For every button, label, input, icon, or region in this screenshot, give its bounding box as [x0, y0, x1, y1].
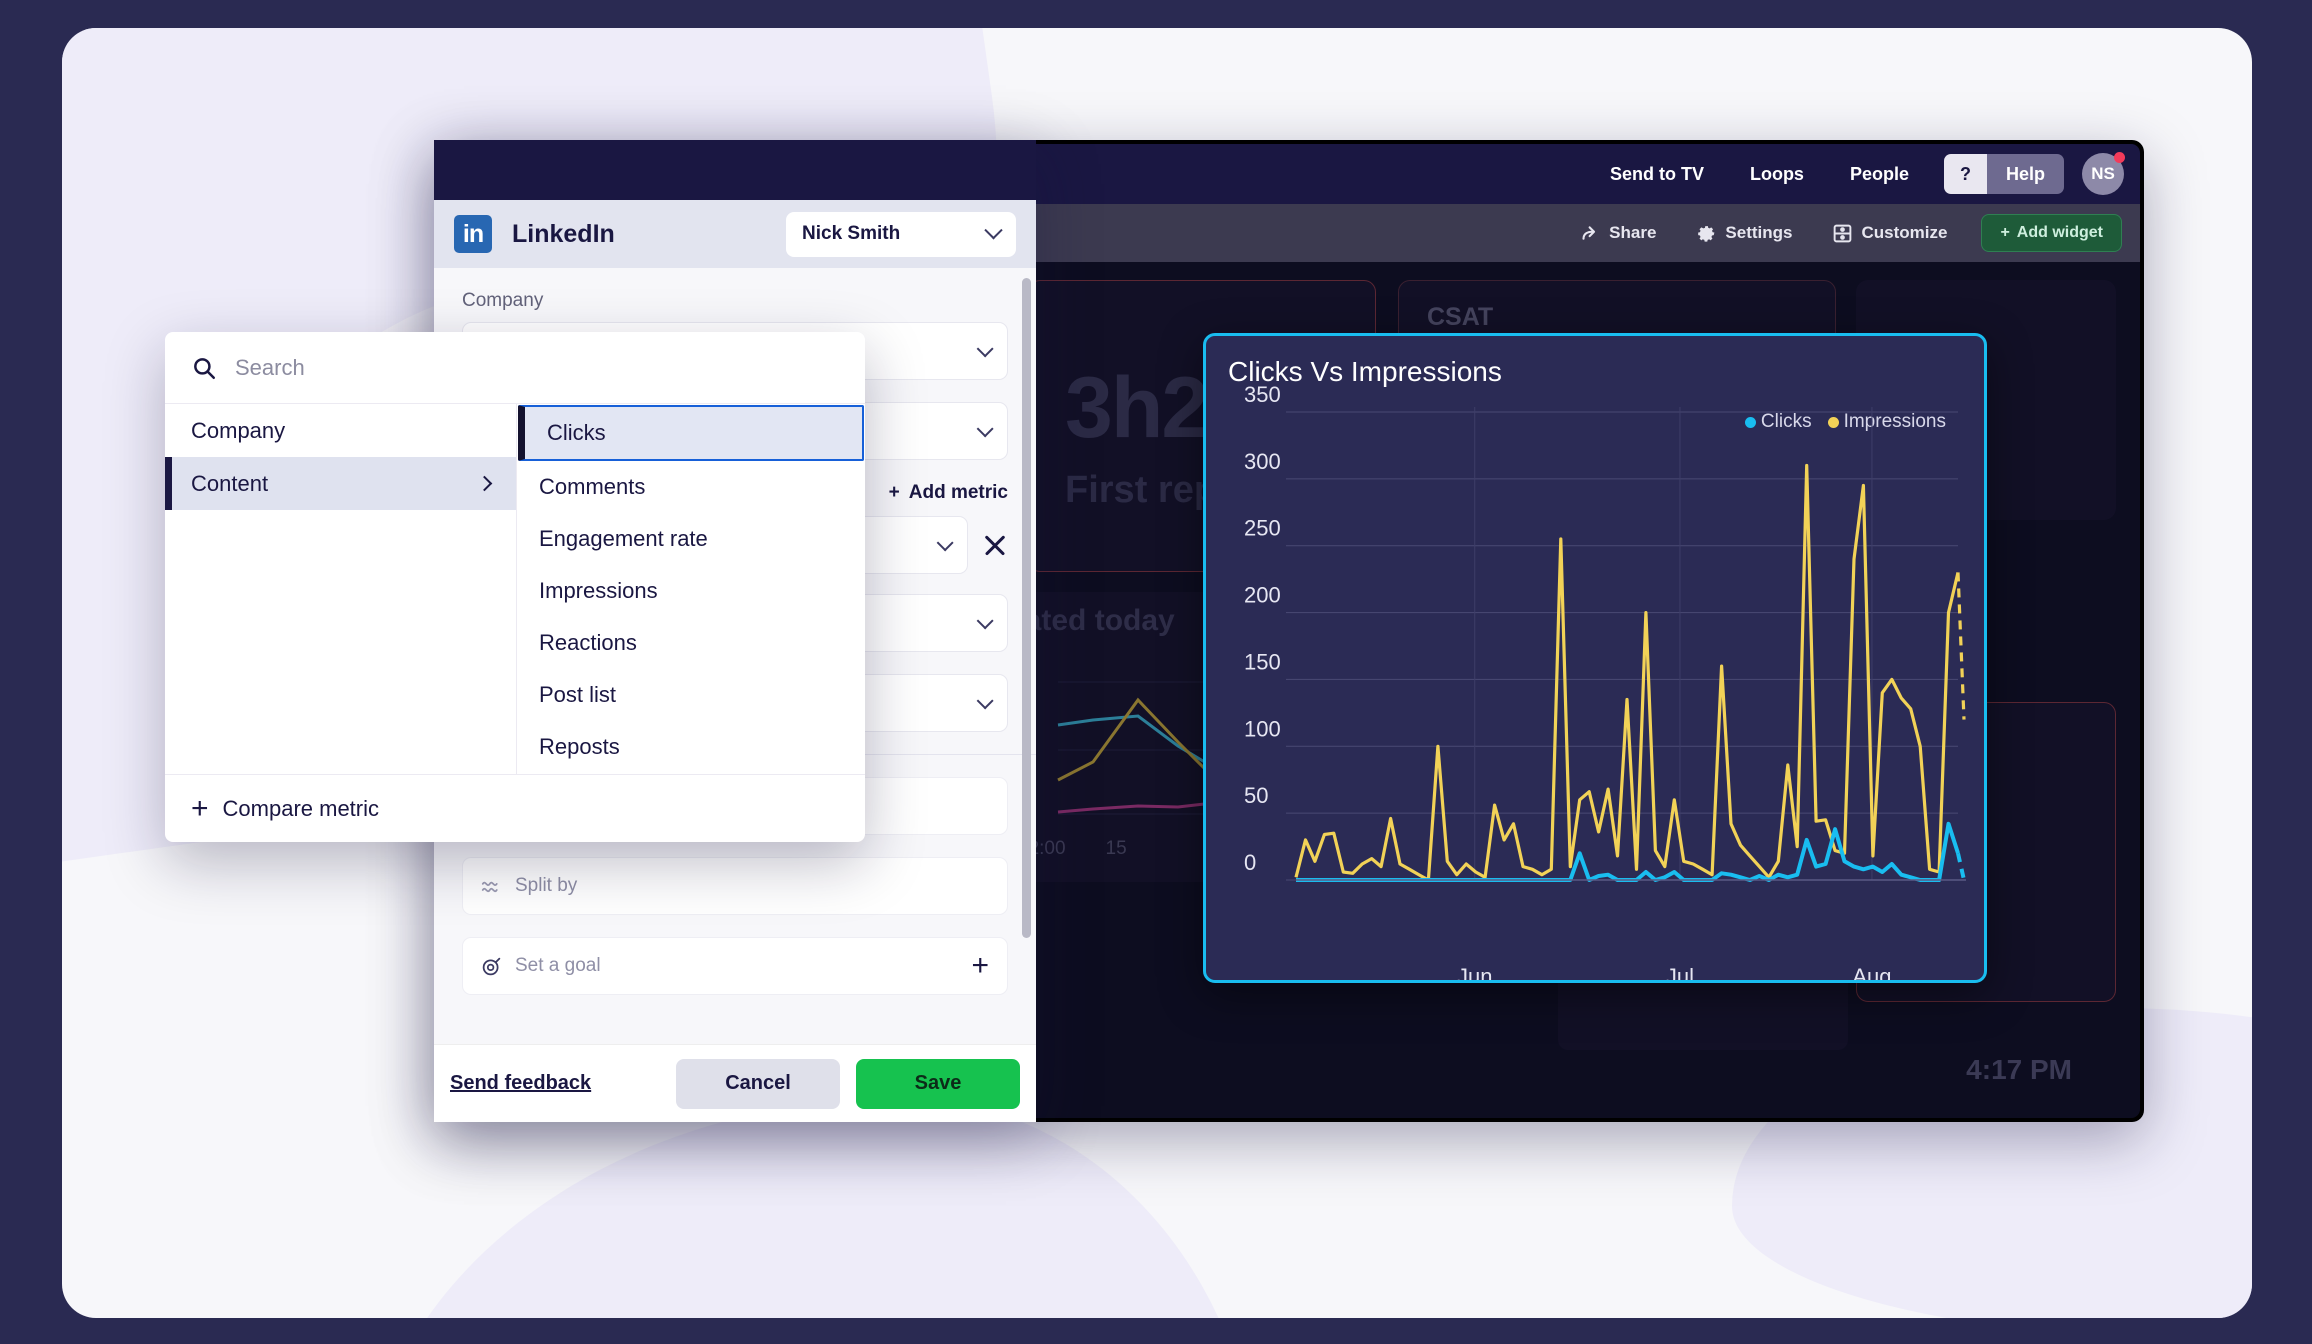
axis-tick: 15	[1105, 838, 1127, 859]
picker-metric-reactions[interactable]: Reactions	[517, 617, 865, 669]
chevron-right-icon	[476, 475, 493, 492]
customize-label: Customize	[1861, 223, 1948, 242]
plus-icon: +	[191, 791, 209, 825]
chevron-down-icon	[984, 220, 1003, 239]
metric-label: Reposts	[539, 734, 620, 759]
help-button[interactable]: Help	[1986, 154, 2064, 194]
share-button[interactable]: Share	[1560, 223, 1676, 244]
modal-scrollbar[interactable]	[1022, 278, 1031, 938]
picker-metric-list: Clicks Comments Engagement rate Impressi…	[517, 404, 865, 774]
modal-topbar	[434, 140, 1036, 200]
nav-link-people[interactable]: People	[1827, 164, 1932, 185]
svg-text:250: 250	[1244, 516, 1281, 541]
metric-label: Post list	[539, 682, 617, 707]
svg-text:200: 200	[1244, 583, 1281, 608]
modal-footer: Send feedback Cancel Save	[434, 1044, 1036, 1122]
settings-label: Settings	[1725, 223, 1793, 242]
picker-category-content[interactable]: Content	[165, 457, 516, 510]
metric-label: Comments	[539, 474, 646, 499]
metric-picker-popover: Search Company Content Clicks Comments E…	[165, 332, 865, 842]
compare-metric-button[interactable]: + Compare metric	[165, 774, 865, 842]
target-icon	[482, 957, 501, 975]
company-field-label: Company	[462, 290, 544, 311]
csat-label: CSAT	[1427, 303, 1494, 331]
decorative-blob	[362, 1098, 1262, 1318]
metric-label: Clicks	[547, 420, 606, 445]
picker-columns: Company Content Clicks Comments Engageme…	[165, 404, 865, 774]
chevron-down-icon	[936, 534, 954, 552]
picker-category-list: Company Content	[165, 404, 517, 774]
avatar[interactable]: NS	[2082, 152, 2125, 195]
share-icon	[1582, 225, 1596, 240]
plus-icon[interactable]: +	[971, 951, 989, 981]
svg-text:300: 300	[1244, 449, 1281, 474]
search-icon	[194, 357, 215, 379]
search-input[interactable]: Search	[235, 355, 305, 381]
add-metric-label: Add metric	[908, 482, 1008, 503]
split-by-label: Split by	[515, 875, 578, 896]
layout-icon	[1834, 224, 1852, 242]
widget-clicks-vs-impressions[interactable]: Clicks Vs Impressions Clicks Impressions…	[1203, 333, 1987, 983]
chevron-down-icon	[976, 612, 994, 630]
account-value: Nick Smith	[802, 223, 901, 244]
save-button[interactable]: Save	[856, 1058, 1020, 1109]
nav-link-send-to-tv[interactable]: Send to TV	[1587, 164, 1727, 185]
chart-plot-area: 0 50 100 150 200 250 300 350	[1244, 382, 1966, 882]
metric-label: Impressions	[539, 578, 658, 603]
picker-metric-post-list[interactable]: Post list	[517, 669, 865, 721]
picker-metric-engagement-rate[interactable]: Engagement rate	[517, 513, 865, 565]
add-widget-button[interactable]: + Add widget	[1981, 214, 2122, 252]
share-label: Share	[1609, 223, 1657, 242]
category-label: Company	[191, 417, 286, 443]
split-by-field[interactable]: Split by	[462, 857, 1008, 915]
nav-right-group: Send to TV Loops People ? Help NS	[1587, 152, 2125, 195]
remove-metric-button[interactable]	[982, 532, 1008, 558]
modal-header: in LinkedIn Nick Smith	[434, 200, 1036, 268]
nav-link-loops[interactable]: Loops	[1727, 164, 1827, 185]
compare-metric-label: Compare metric	[222, 795, 380, 821]
cancel-button[interactable]: Cancel	[676, 1058, 840, 1109]
plus-icon: +	[2000, 224, 2010, 241]
add-widget-label: Add widget	[2016, 224, 2103, 241]
split-icon	[481, 881, 498, 892]
category-label: Content	[191, 470, 269, 496]
clock-label: 4:17 PM	[1966, 1054, 2072, 1085]
set-goal-label: Set a goal	[515, 955, 601, 976]
x-axis-tick: Jul	[1665, 964, 1695, 983]
picker-search-row[interactable]: Search	[165, 332, 865, 404]
set-goal-field[interactable]: Set a goal +	[462, 937, 1008, 995]
picker-metric-comments[interactable]: Comments	[517, 461, 865, 513]
chevron-down-icon	[976, 420, 994, 438]
svg-text:50: 50	[1244, 783, 1268, 808]
help-group: ? Help	[1943, 154, 2064, 194]
linkedin-icon: in	[454, 215, 492, 253]
notification-dot-icon	[2114, 152, 2125, 163]
settings-button[interactable]: Settings	[1676, 223, 1812, 244]
send-feedback-link[interactable]: Send feedback	[450, 1072, 591, 1095]
question-mark-icon[interactable]: ?	[1943, 154, 1987, 194]
plus-icon: +	[888, 482, 900, 503]
first-reply-value: 3h2	[1065, 360, 1209, 456]
picker-metric-impressions[interactable]: Impressions	[517, 565, 865, 617]
svg-text:350: 350	[1244, 382, 1281, 407]
metric-label: Engagement rate	[539, 526, 708, 551]
gear-icon	[1698, 225, 1715, 242]
svg-text:100: 100	[1244, 716, 1281, 741]
picker-category-company[interactable]: Company	[165, 404, 516, 457]
svg-text:0: 0	[1244, 850, 1256, 875]
chevron-down-icon	[976, 340, 994, 358]
account-select[interactable]: Nick Smith	[786, 211, 1016, 257]
chevron-down-icon	[976, 692, 994, 710]
customize-button[interactable]: Customize	[1812, 223, 1967, 244]
metric-label: Reactions	[539, 630, 637, 655]
source-name-label: LinkedIn	[512, 219, 615, 248]
avatar-initials: NS	[2091, 164, 2115, 183]
svg-text:150: 150	[1244, 649, 1281, 674]
picker-metric-clicks[interactable]: Clicks	[518, 405, 864, 461]
picker-metric-reposts[interactable]: Reposts	[517, 721, 865, 773]
x-axis-tick: Aug	[1852, 964, 1892, 983]
x-axis-tick: Jun	[1456, 964, 1493, 983]
